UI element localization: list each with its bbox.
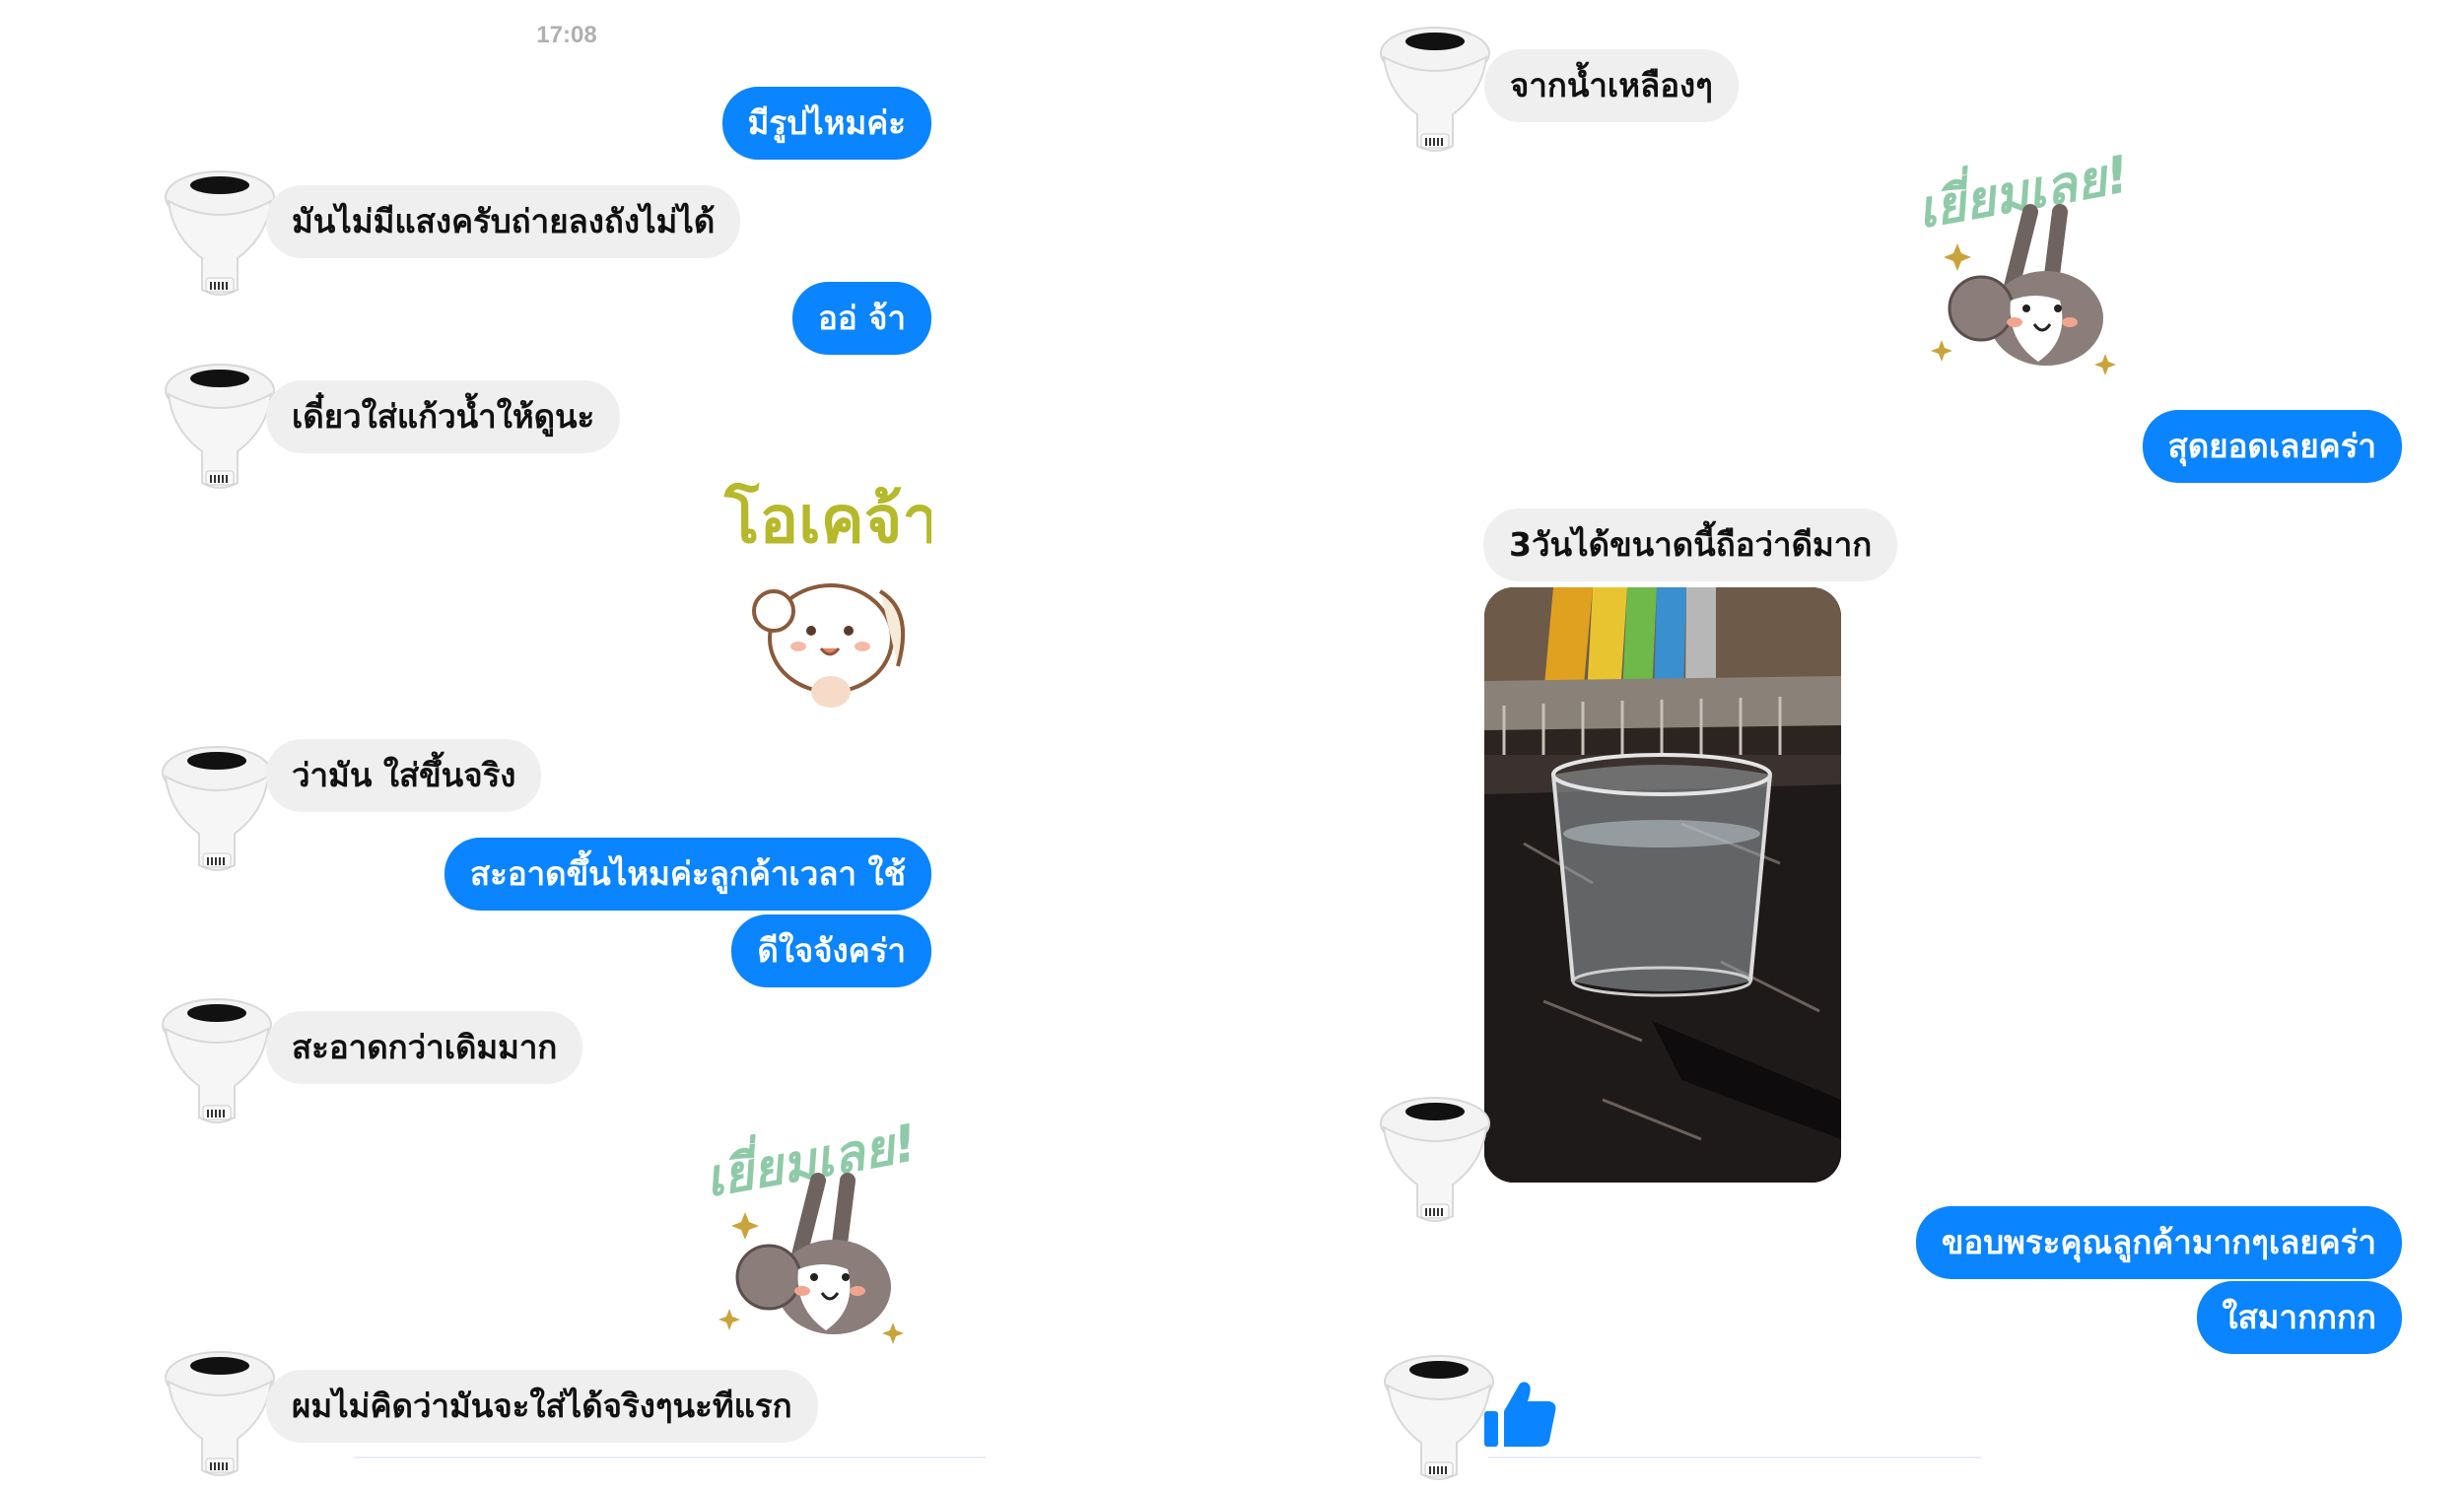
floating-light-icon: [1382, 1352, 1496, 1490]
thumbs-up-icon: [1484, 1382, 1556, 1447]
divider: [355, 1456, 986, 1458]
chat-pane-left: 17:08 มีรูปไหมค่ะ มันไม่มีแสงครับถ่ายลงถ…: [0, 0, 1232, 1478]
outgoing-message[interactable]: มีรูปไหมค่ะ: [721, 87, 931, 160]
avatar[interactable]: [1378, 1094, 1492, 1232]
water-glass-photo[interactable]: [1484, 587, 1841, 1183]
glass-image-icon: [1484, 587, 1841, 1183]
floating-light-icon: [163, 361, 277, 499]
outgoing-message[interactable]: ขอบพระคุณลูกค้ามากๆเลยคร่า: [1915, 1206, 2402, 1279]
incoming-message[interactable]: 3วันได้ขนาดนี้ถือว่าดีมาก: [1483, 508, 1898, 581]
floating-light-icon: [163, 1348, 277, 1486]
outgoing-message[interactable]: ดีใจจังคร่า: [731, 914, 931, 987]
okay-sticker[interactable]: โอเคจ้า: [705, 473, 931, 710]
divider: [1488, 1456, 1981, 1458]
great-sticker[interactable]: เยี่ยมเลย!: [700, 1112, 926, 1348]
outgoing-message[interactable]: ออ่ จ้า: [792, 282, 931, 355]
avatar[interactable]: [160, 743, 274, 881]
floating-light-icon: [160, 743, 274, 881]
avatar[interactable]: [163, 361, 277, 499]
outgoing-message[interactable]: สะอาดขึ้นไหมค่ะลูกค้าเวลา ใช้: [444, 838, 931, 911]
incoming-message[interactable]: จากน้ำเหลืองๆ: [1484, 49, 1739, 122]
incoming-message[interactable]: ว่ามัน ใส่ขึ้นจริง: [266, 739, 542, 812]
avatar[interactable]: [163, 1348, 277, 1486]
bear-okay-icon: โอเคจ้า: [723, 481, 931, 708]
incoming-message[interactable]: เดี๋ยวใส่แก้วน้ำให้ดูนะ: [266, 380, 621, 453]
chat-pane-right: จากน้ำเหลืองๆ เยี่ยมเลย! สุดยอดเลยคร่า 3…: [1232, 0, 2464, 1478]
rabbit-great-icon: เยี่ยมเลย!: [700, 1112, 922, 1344]
outgoing-message[interactable]: ใสมากกกก: [2196, 1281, 2402, 1354]
floating-light-icon: [1378, 24, 1492, 162]
avatar[interactable]: [1378, 24, 1492, 162]
avatar[interactable]: [163, 168, 277, 305]
outgoing-message[interactable]: สุดยอดเลยคร่า: [2142, 410, 2402, 483]
great-sticker[interactable]: เยี่ยมเลย!: [1912, 143, 2139, 379]
avatar[interactable]: [1382, 1352, 1496, 1490]
like-reaction[interactable]: [1480, 1376, 1559, 1455]
incoming-message[interactable]: ผมไม่คิดว่ามันจะใส่ได้จริงๆนะทีแรก: [266, 1370, 818, 1443]
rabbit-great-icon: เยี่ยมเลย!: [1912, 143, 2134, 375]
message-timestamp: 17:08: [536, 22, 597, 48]
floating-light-icon: [160, 995, 274, 1133]
svg-text:โอเคจ้า: โอเคจ้า: [723, 481, 931, 558]
floating-light-icon: [163, 168, 277, 305]
avatar[interactable]: [160, 995, 274, 1133]
incoming-message[interactable]: สะอาดกว่าเดิมมาก: [266, 1011, 583, 1084]
floating-light-icon: [1378, 1094, 1492, 1232]
incoming-message[interactable]: มันไม่มีแสงครับถ่ายลงถังไม่ได้: [266, 185, 741, 258]
